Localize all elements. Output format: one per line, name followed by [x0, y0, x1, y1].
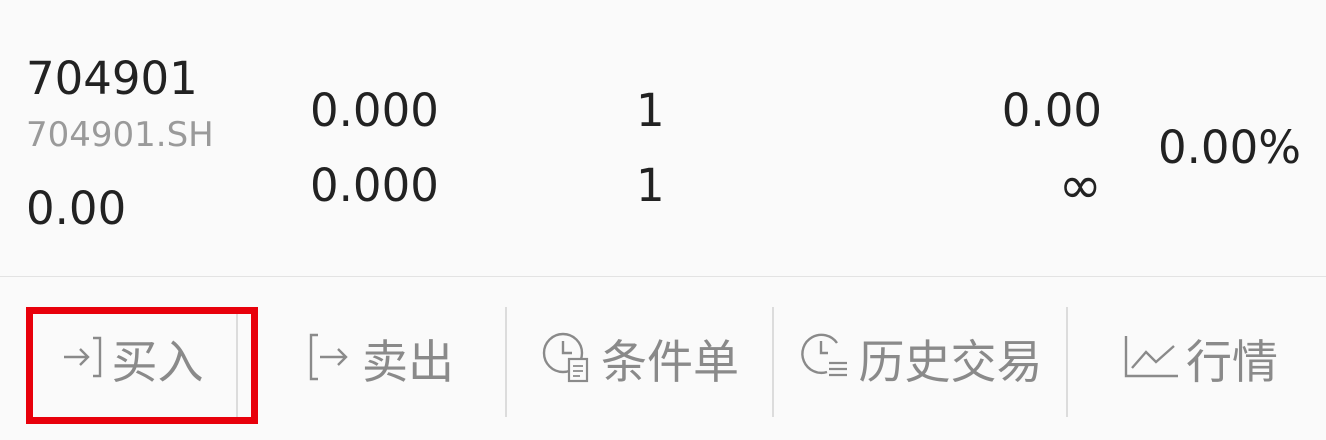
separator — [505, 307, 507, 417]
market-value-1: 0.00 — [1001, 84, 1102, 137]
market-quote-label: 行情 — [1186, 334, 1278, 389]
conditional-order-button[interactable]: 条件单 — [520, 277, 758, 440]
conditional-order-label: 条件单 — [601, 334, 739, 389]
sell-label: 卖出 — [362, 334, 454, 389]
clock-doc-icon — [539, 329, 595, 389]
trade-history-label: 历史交易 — [858, 334, 1043, 389]
sell-button[interactable]: 卖出 — [270, 277, 490, 440]
separator — [1066, 307, 1068, 417]
quantity-1: 1 — [636, 84, 665, 137]
clock-list-icon — [797, 329, 853, 389]
separator — [772, 307, 774, 417]
line-chart-icon — [1122, 332, 1180, 386]
stock-code: 704901 — [26, 52, 198, 105]
stock-symbol: 704901.SH — [26, 115, 214, 155]
market-value-2: ∞ — [1058, 156, 1102, 216]
cost-price-1: 0.000 — [310, 84, 439, 137]
sell-arrow-icon — [306, 330, 356, 388]
position-row[interactable]: 704901 704901.SH 0.00 0.000 0.000 1 1 0.… — [0, 0, 1326, 276]
buy-highlight-box — [26, 307, 258, 424]
quantity-2: 1 — [636, 159, 665, 212]
action-bar: 买入 卖出 条件单 历史交易 行情 — [0, 277, 1326, 440]
market-quote-button[interactable]: 行情 — [1080, 277, 1320, 440]
stock-price: 0.00 — [26, 182, 127, 235]
trade-history-button[interactable]: 历史交易 — [782, 277, 1057, 440]
pnl-percent: 0.00% — [1158, 121, 1301, 174]
cost-price-2: 0.000 — [310, 159, 439, 212]
